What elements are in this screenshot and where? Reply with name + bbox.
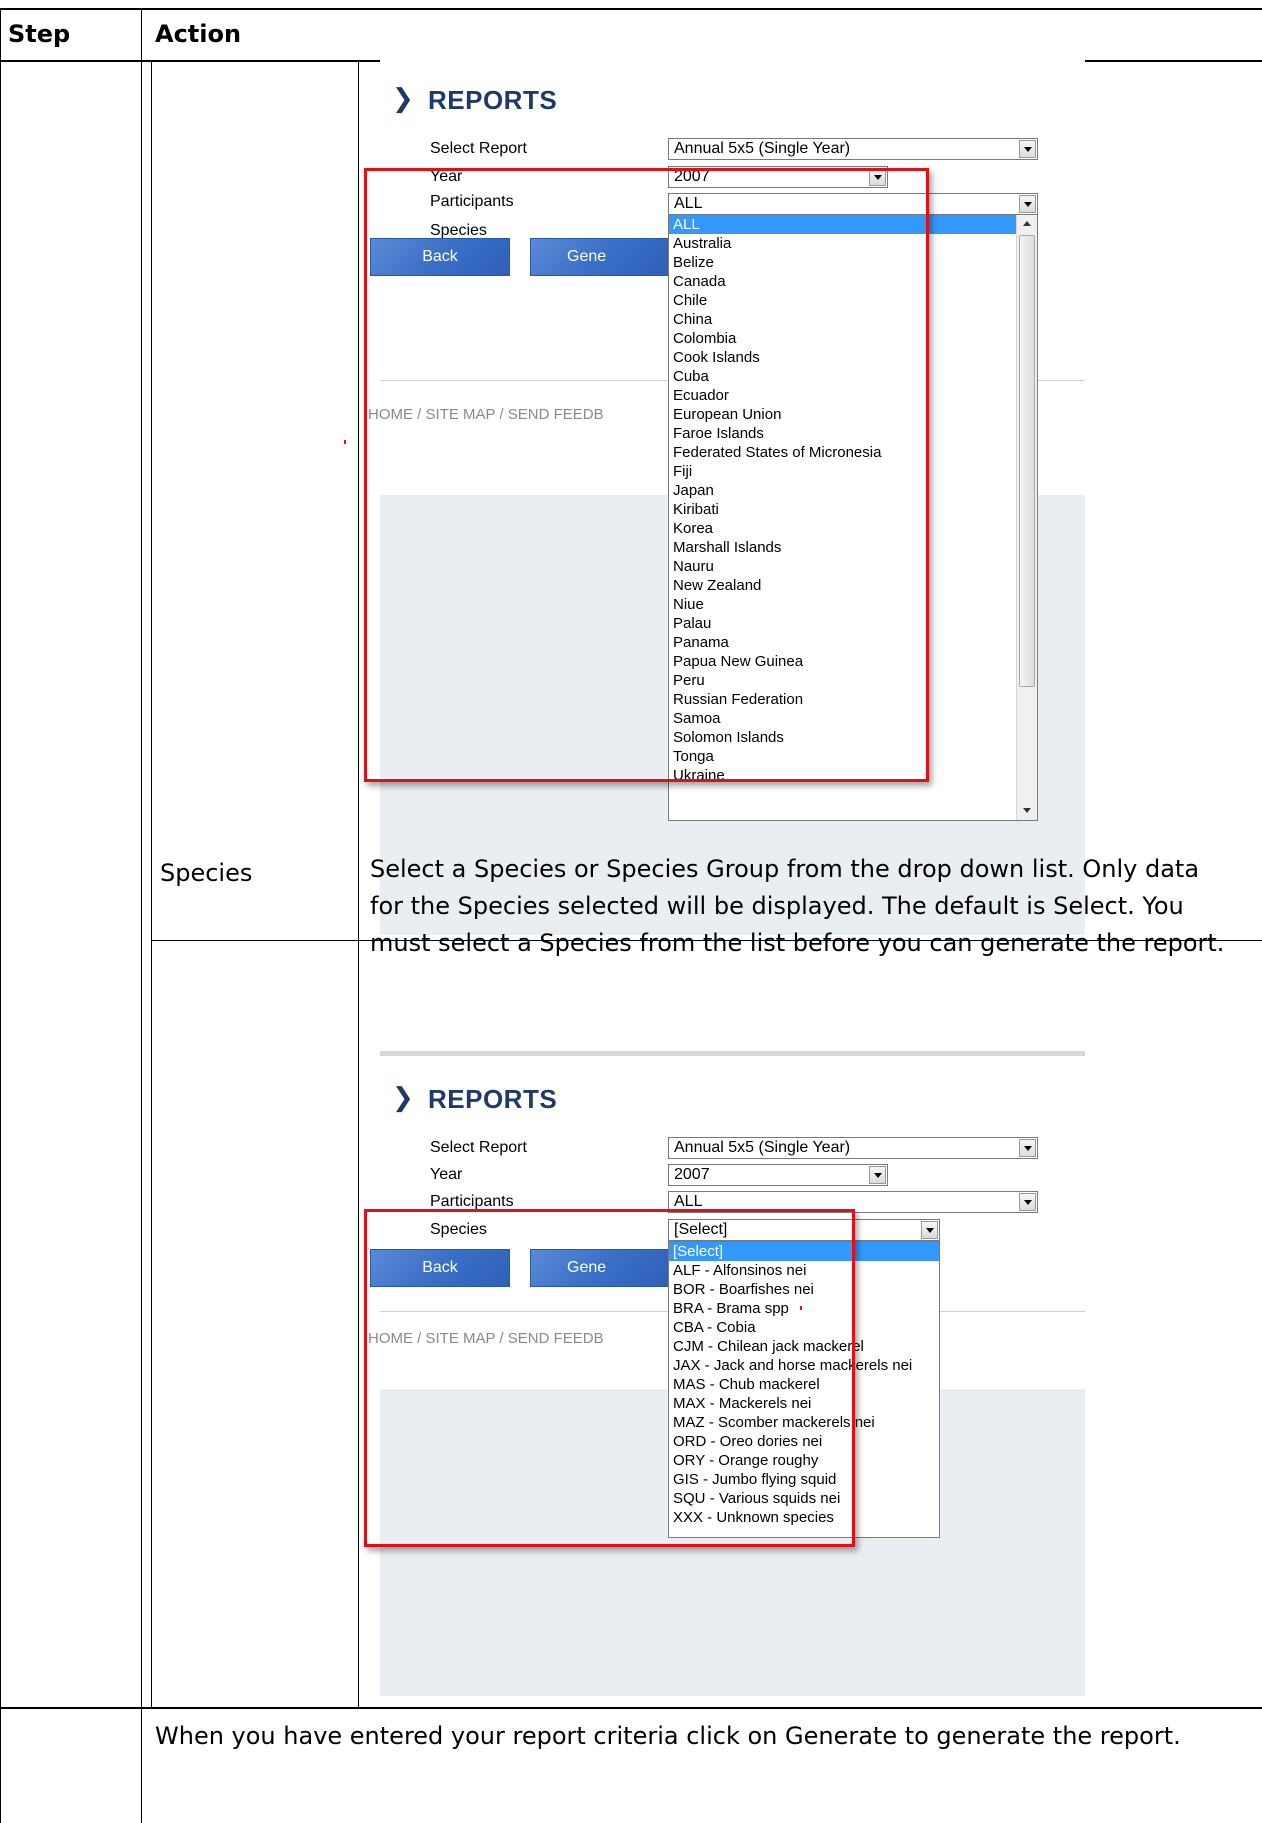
participants-value: ALL bbox=[674, 1193, 703, 1210]
select-report-value: Annual 5x5 (Single Year) bbox=[674, 140, 851, 157]
year-label: Year bbox=[430, 1166, 463, 1183]
select-report-label: Select Report bbox=[430, 1139, 527, 1156]
description-line: must select a Species from the list befo… bbox=[370, 929, 1225, 957]
dropdown-arrow-icon[interactable] bbox=[1019, 140, 1036, 158]
top-grey-line bbox=[380, 1051, 1085, 1056]
inner-column-divider bbox=[151, 60, 152, 1707]
dropdown-scrollbar[interactable] bbox=[1016, 215, 1037, 820]
table-top-border bbox=[0, 8, 1262, 10]
step-column-header: Step bbox=[8, 20, 71, 48]
action-column-header: Action bbox=[155, 20, 242, 48]
select-report-value: Annual 5x5 (Single Year) bbox=[674, 1139, 851, 1156]
highlight-box bbox=[364, 1209, 855, 1547]
final-note: When you have entered your report criter… bbox=[155, 1722, 1181, 1750]
dropdown-arrow-icon[interactable] bbox=[869, 1166, 886, 1184]
reports-screenshot-2: ❯ REPORTS Select Report Annual 5x5 (Sing… bbox=[364, 1051, 1085, 1696]
year-value: 2007 bbox=[674, 1166, 710, 1183]
select-report-dropdown[interactable]: Annual 5x5 (Single Year) bbox=[668, 1137, 1038, 1159]
dropdown-arrow-icon[interactable] bbox=[1019, 1193, 1036, 1211]
highlight-box bbox=[364, 168, 929, 782]
year-dropdown[interactable]: 2007 bbox=[668, 1164, 888, 1186]
species-description: Select a Species or Species Group from t… bbox=[370, 851, 1260, 962]
select-report-label: Select Report bbox=[430, 140, 527, 157]
table-left-border bbox=[0, 8, 1, 1823]
description-line: Select a Species or Species Group from t… bbox=[370, 855, 1200, 883]
reports-title: REPORTS bbox=[428, 85, 558, 115]
scroll-down-icon[interactable] bbox=[1017, 802, 1037, 820]
table-row-divider bbox=[0, 1707, 1262, 1709]
species-step-label: Species bbox=[160, 859, 253, 887]
red-marker bbox=[344, 440, 346, 444]
dropdown-arrow-icon[interactable] bbox=[1019, 1139, 1036, 1157]
chevron-right-icon: ❯ bbox=[392, 1083, 414, 1113]
select-report-dropdown[interactable]: Annual 5x5 (Single Year) bbox=[668, 138, 1038, 160]
step-column-divider bbox=[141, 8, 142, 1823]
dropdown-arrow-icon[interactable] bbox=[921, 1221, 938, 1239]
label-column-divider bbox=[358, 60, 359, 1707]
scrollbar-thumb[interactable] bbox=[1019, 235, 1035, 687]
scroll-up-icon[interactable] bbox=[1017, 215, 1037, 233]
description-line: for the Species selected will be display… bbox=[370, 892, 1184, 920]
reports-screenshot-1: ❯ REPORTS Select Report Annual 5x5 (Sing… bbox=[344, 60, 1085, 935]
chevron-right-icon: ❯ bbox=[392, 84, 414, 114]
dropdown-arrow-icon[interactable] bbox=[1019, 195, 1036, 213]
reports-title: REPORTS bbox=[428, 1084, 558, 1114]
